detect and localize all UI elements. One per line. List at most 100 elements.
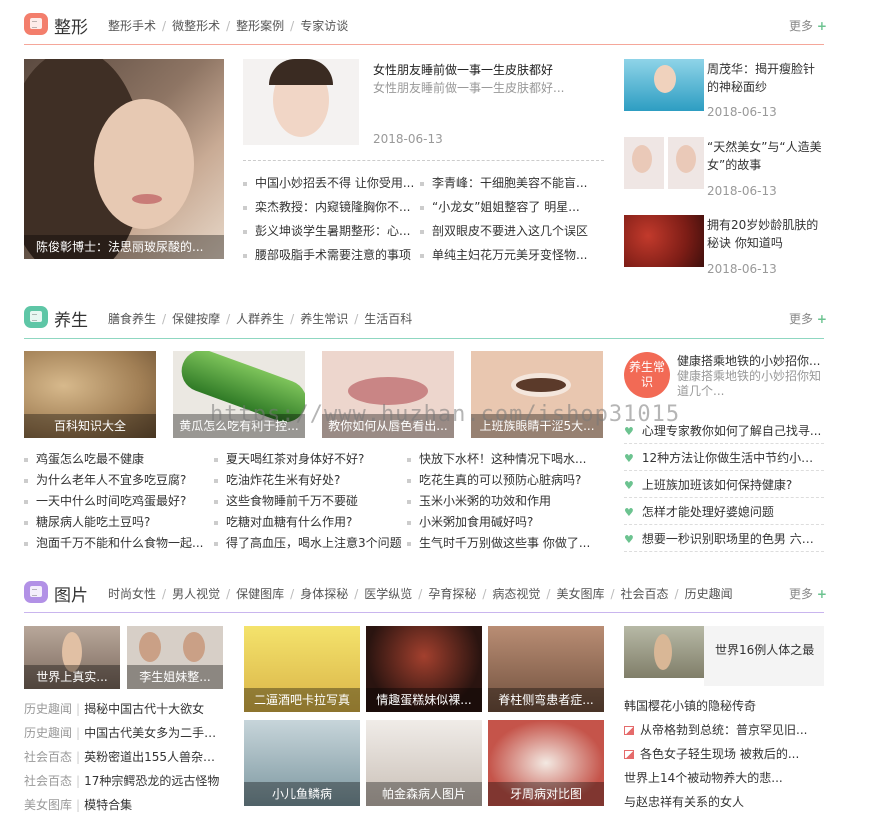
list-item[interactable]: 玉米小米粥的功效和作用 bbox=[407, 492, 601, 509]
more-link-yangsheng[interactable]: 更多 + bbox=[789, 310, 827, 327]
more-link-zhengxing[interactable]: 更多 + bbox=[789, 17, 827, 34]
side-list-item[interactable]: ♥ 上班族加班该如何保持健康? bbox=[624, 476, 824, 493]
list-item[interactable]: 吃花生真的可以预防心脏病吗? bbox=[407, 471, 601, 488]
list-item-title[interactable]: 小米粥加食用碱好吗? bbox=[419, 515, 533, 529]
category-label[interactable]: 社会百态 bbox=[24, 750, 72, 764]
tab-zhengxing-3[interactable]: 专家访谈 bbox=[300, 17, 348, 34]
list-item-title[interactable]: 揭秘中国古代十大欲女 bbox=[84, 702, 204, 716]
category-label[interactable]: 历史趣闻 bbox=[24, 726, 72, 740]
category-list-item[interactable]: 历史趣闻 | 中国古代美女多为二手货吗 bbox=[24, 724, 224, 741]
grid-image[interactable]: 情趣蛋糕妹似裸... bbox=[366, 626, 482, 712]
tab-tupian-3[interactable]: 身体探秘 bbox=[300, 585, 348, 602]
ys-thumb-1[interactable]: 百科知识大全 bbox=[24, 351, 156, 438]
right-list-title[interactable]: 与赵忠祥有关系的女人 bbox=[624, 795, 744, 809]
right-list-title[interactable]: 韩国樱花小镇的隐秘传奇 bbox=[624, 699, 756, 713]
tab-tupian-2[interactable]: 保健图库 bbox=[236, 585, 284, 602]
category-label[interactable]: 社会百态 bbox=[24, 774, 72, 788]
tab-tupian-6[interactable]: 病态视觉 bbox=[492, 585, 540, 602]
side-list-title[interactable]: 12种方法让你做生活中节约小能手 bbox=[642, 451, 824, 465]
list-item-title[interactable]: 一天中什么时间吃鸡蛋最好? bbox=[36, 494, 186, 508]
side-list-title[interactable]: 想要一秒识别职场里的色男 六大... bbox=[642, 532, 824, 546]
tab-zhengxing-1[interactable]: 微整形术 bbox=[172, 17, 220, 34]
list-item-title[interactable]: 鸡蛋怎么吃最不健康 bbox=[36, 452, 144, 466]
side-thumb-1[interactable] bbox=[624, 59, 704, 111]
list-item[interactable]: 吃糖对血糖有什么作用? bbox=[214, 513, 404, 530]
list-item[interactable]: 中国小妙招丢不得 让你受用... bbox=[243, 174, 418, 191]
grid-image[interactable]: 脊柱侧弯患者症... bbox=[488, 626, 604, 712]
tab-yangsheng-2[interactable]: 人群养生 bbox=[236, 310, 284, 327]
tab-tupian-8[interactable]: 社会百态 bbox=[621, 585, 669, 602]
list-item[interactable]: 腰部吸脂手术需要注意的事项 bbox=[243, 246, 418, 263]
grid-image[interactable]: 二逼酒吧卡拉写真 bbox=[244, 626, 360, 712]
side-list-item[interactable]: ♥ 12种方法让你做生活中节约小能手 bbox=[624, 449, 824, 466]
tab-tupian-5[interactable]: 孕育探秘 bbox=[428, 585, 476, 602]
list-item[interactable]: 吃油炸花生米有好处? bbox=[214, 471, 404, 488]
list-item[interactable]: 得了高血压，喝水上注意3个问题 bbox=[214, 534, 404, 551]
tp-thumb-left-2[interactable]: 李生姐妹整... bbox=[127, 626, 223, 689]
side-thumb-3[interactable] bbox=[624, 215, 704, 267]
side-list-item[interactable]: ♥ 怎样才能处理好婆媳问题 bbox=[624, 503, 824, 520]
list-item-title[interactable]: 吃油炸花生米有好处? bbox=[226, 473, 340, 487]
list-item[interactable]: 糖尿病人能吃土豆吗? bbox=[24, 513, 206, 530]
list-item-title[interactable]: 腰部吸脂手术需要注意的事项 bbox=[255, 248, 411, 262]
category-list-item[interactable]: 社会百态 | 17种宗鳄恐龙的远古怪物 bbox=[24, 772, 224, 789]
list-item-title[interactable]: 李青峰：干细胞美容不能盲... bbox=[432, 176, 587, 190]
list-item-title[interactable]: 英粉密道出155人兽杂交... bbox=[84, 750, 224, 764]
list-item[interactable]: 剖双眼皮不要进入这几个误区 bbox=[420, 222, 604, 239]
tp-feature-title[interactable]: 世界16例人体之最 bbox=[715, 641, 815, 659]
list-item-title[interactable]: 剖双眼皮不要进入这几个误区 bbox=[432, 224, 588, 238]
list-item-title[interactable]: 吃糖对血糖有什么作用? bbox=[226, 515, 352, 529]
category-label[interactable]: 美女图库 bbox=[24, 798, 72, 812]
right-list-title[interactable]: 各色女子轻生现场 被救后的... bbox=[640, 747, 799, 761]
side-list-title[interactable]: 上班族加班该如何保持健康? bbox=[642, 478, 792, 492]
list-item[interactable]: 栾杰教授：内窥镜隆胸你不... bbox=[243, 198, 418, 215]
tab-zhengxing-2[interactable]: 整形案例 bbox=[236, 17, 284, 34]
list-item-title[interactable]: 得了高血压，喝水上注意3个问题 bbox=[226, 536, 402, 550]
list-item-title[interactable]: “小龙女”姐姐整容了 明星... bbox=[432, 200, 580, 214]
list-item-title[interactable]: 糖尿病人能吃土豆吗? bbox=[36, 515, 150, 529]
list-item-title[interactable]: 吃花生真的可以预防心脏病吗? bbox=[419, 473, 581, 487]
more-link-tupian[interactable]: 更多 + bbox=[789, 585, 827, 602]
list-item-title[interactable]: 生气时千万别做这些事 你做了... bbox=[419, 536, 590, 550]
feature-image-big[interactable]: 陈俊彰博士：法思丽玻尿酸的... bbox=[24, 59, 224, 259]
side-thumb-2[interactable] bbox=[624, 137, 704, 189]
list-item[interactable]: “小龙女”姐姐整容了 明星... bbox=[420, 198, 604, 215]
tab-yangsheng-0[interactable]: 膳食养生 bbox=[108, 310, 156, 327]
list-item-title[interactable]: 这些食物睡前千万不要碰 bbox=[226, 494, 358, 508]
side-title-1[interactable]: 周茂华：揭开瘦脸针的神秘面纱 bbox=[707, 60, 822, 96]
list-item[interactable]: 小米粥加食用碱好吗? bbox=[407, 513, 601, 530]
list-item-title[interactable]: 中国古代美女多为二手货吗 bbox=[84, 726, 224, 740]
list-item[interactable]: 泡面千万不能和什么食物一起... bbox=[24, 534, 206, 551]
feature-thumb[interactable] bbox=[243, 59, 359, 145]
tab-tupian-0[interactable]: 时尚女性 bbox=[108, 585, 156, 602]
category-list-item[interactable]: 美女图库 | 模特合集 bbox=[24, 796, 224, 813]
side-list-title[interactable]: 怎样才能处理好婆媳问题 bbox=[642, 505, 774, 519]
grid-image[interactable]: 牙周病对比图 bbox=[488, 720, 604, 806]
right-list-item[interactable]: 各色女子轻生现场 被救后的... bbox=[624, 745, 824, 762]
category-list-item[interactable]: 历史趣闻 | 揭秘中国古代十大欲女 bbox=[24, 700, 224, 717]
category-list-item[interactable]: 社会百态 | 英粉密道出155人兽杂交... bbox=[24, 748, 224, 765]
list-item[interactable]: 生气时千万别做这些事 你做了... bbox=[407, 534, 601, 551]
right-list-item[interactable]: 与赵忠祥有关系的女人 bbox=[624, 793, 824, 810]
tab-yangsheng-1[interactable]: 保健按摩 bbox=[172, 310, 220, 327]
list-item-title[interactable]: 夏天喝红茶对身体好不好? bbox=[226, 452, 364, 466]
list-item-title[interactable]: 中国小妙招丢不得 让你受用... bbox=[255, 176, 414, 190]
list-item-title[interactable]: 玉米小米粥的功效和作用 bbox=[419, 494, 551, 508]
list-item[interactable]: 单纯主妇花万元美牙变怪物... bbox=[420, 246, 604, 263]
tab-yangsheng-3[interactable]: 养生常识 bbox=[300, 310, 348, 327]
right-list-item[interactable]: 世界上14个被动物养大的悲... bbox=[624, 769, 824, 786]
right-list-title[interactable]: 世界上14个被动物养大的悲... bbox=[624, 771, 783, 785]
tab-tupian-1[interactable]: 男人视觉 bbox=[172, 585, 220, 602]
list-item-title[interactable]: 单纯主妇花万元美牙变怪物... bbox=[432, 248, 587, 262]
side-title-3[interactable]: 拥有20岁妙龄肌肤的秘诀 你知道吗 bbox=[707, 216, 822, 252]
side-title-2[interactable]: “天然美女”与“人造美女”的故事 bbox=[707, 138, 822, 174]
side-list-item[interactable]: ♥ 想要一秒识别职场里的色男 六大... bbox=[624, 530, 824, 547]
tab-yangsheng-4[interactable]: 生活百科 bbox=[364, 310, 412, 327]
tab-tupian-7[interactable]: 美女图库 bbox=[556, 585, 604, 602]
list-item[interactable]: 快放下水杯！这种情况下喝水... bbox=[407, 450, 601, 467]
right-list-item[interactable]: 从帝格勃到总统：普京罕见旧... bbox=[624, 721, 824, 738]
feature-title[interactable]: 女性朋友睡前做一事一生皮肤都好 bbox=[373, 61, 553, 78]
tp-thumb-left-1[interactable]: 世界上真实... bbox=[24, 626, 120, 689]
list-item-title[interactable]: 彭义坤谈学生暑期整形：心... bbox=[255, 224, 410, 238]
list-item[interactable]: 夏天喝红茶对身体好不好? bbox=[214, 450, 404, 467]
